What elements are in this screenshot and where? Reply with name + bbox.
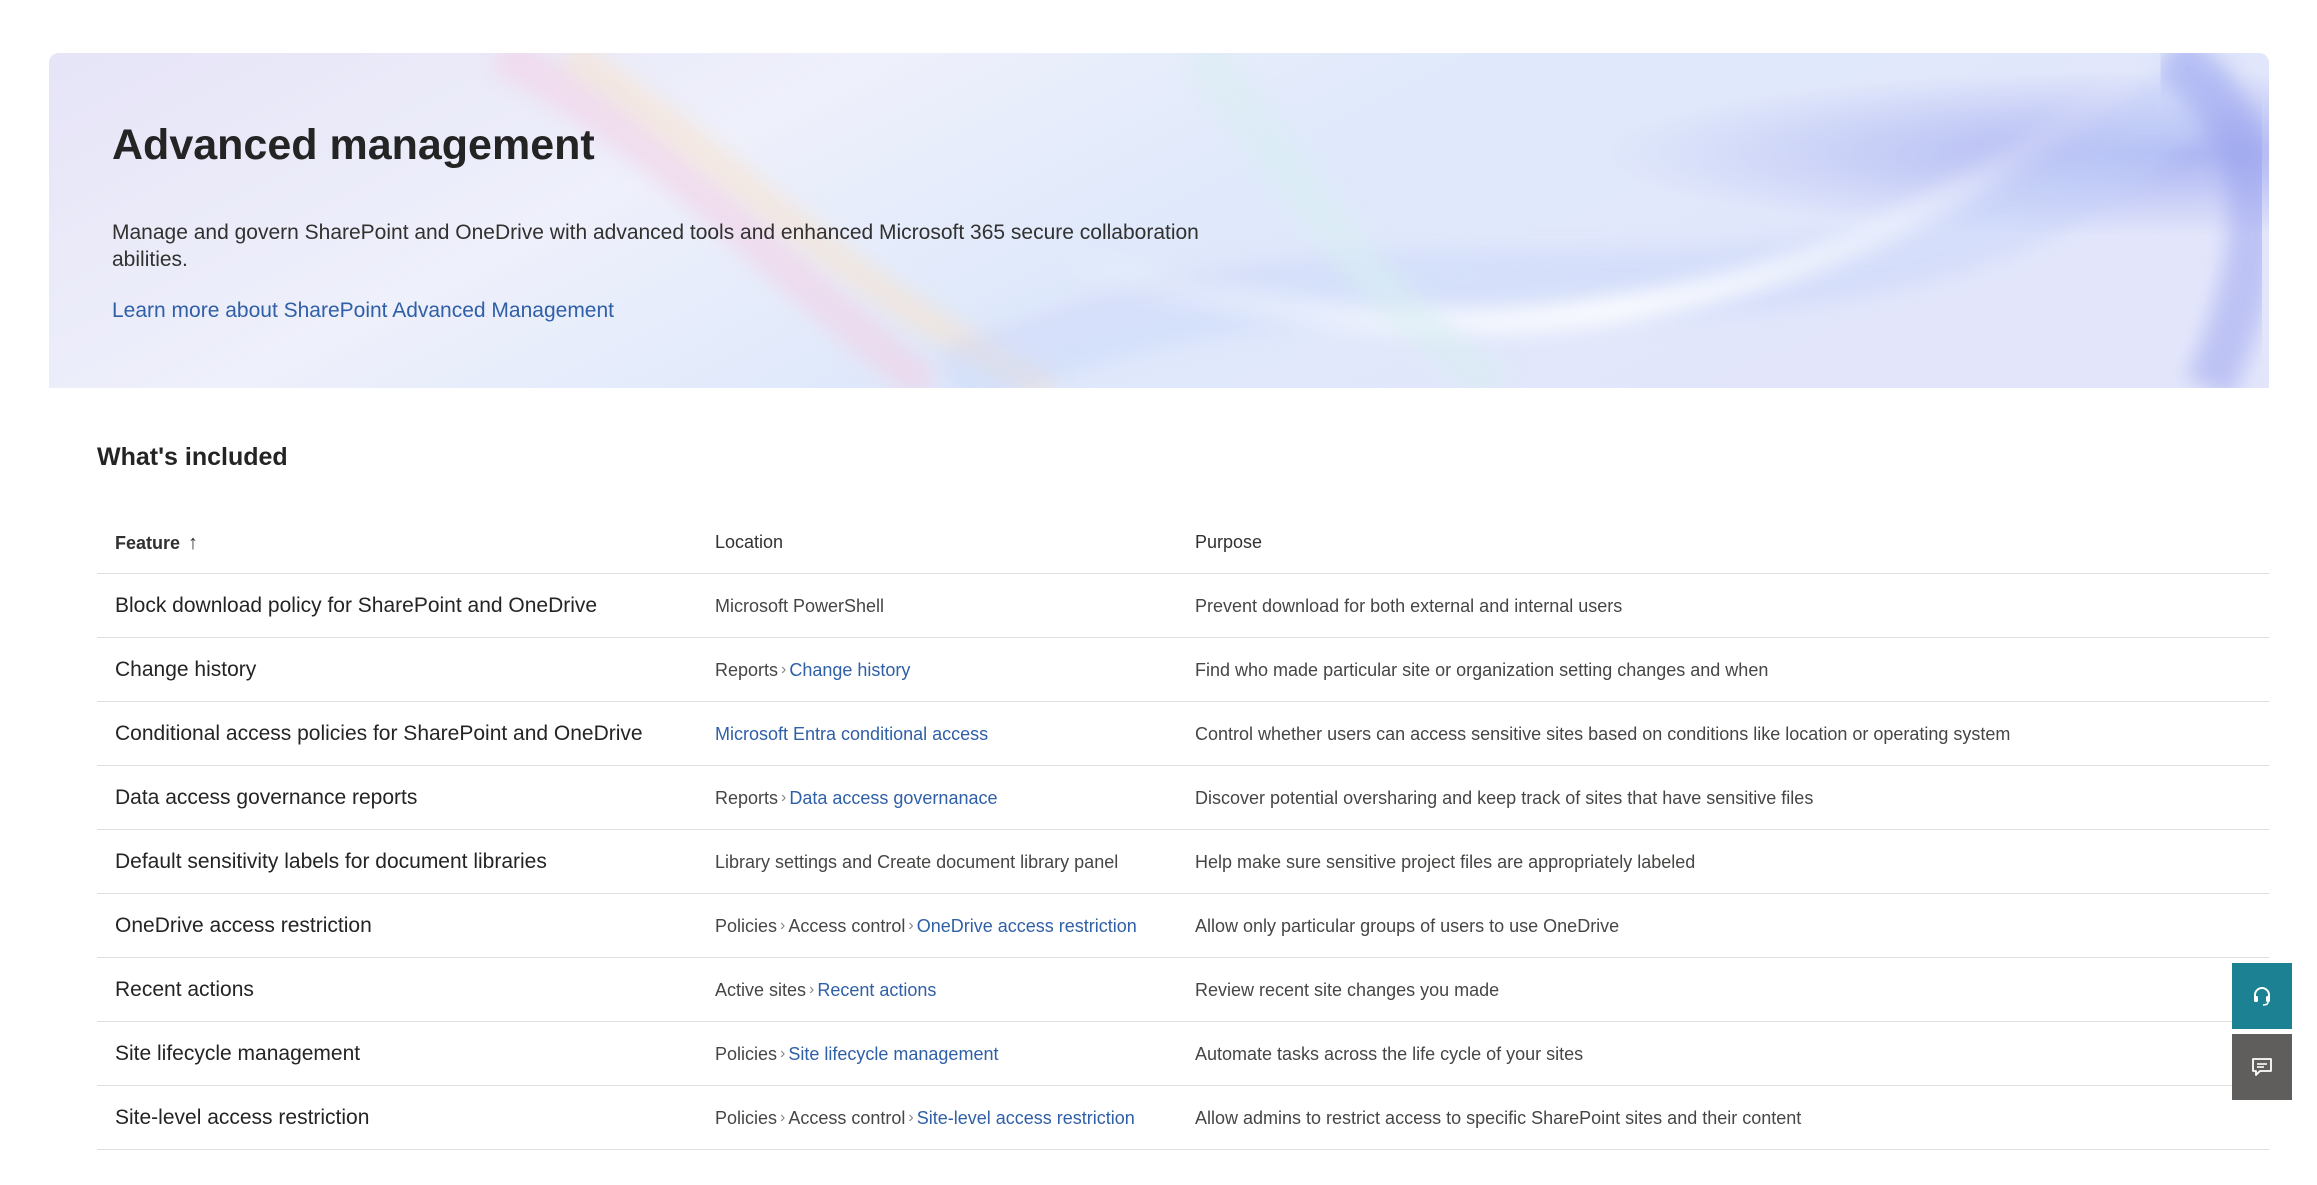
location-text: Reports	[715, 787, 779, 808]
location-link[interactable]: Microsoft Entra conditional access	[715, 724, 988, 745]
table-row: Recent actions Active sites › Recent action…	[97, 958, 2269, 1022]
purpose-cell: Control whether users can access sensiti…	[1195, 723, 2011, 744]
feature-cell: Conditional access policies for SharePoi…	[115, 722, 643, 745]
feedback-icon	[2252, 1058, 2272, 1076]
location-text: Policies	[715, 915, 778, 936]
purpose-cell: Help make sure sensitive project files a…	[1195, 851, 1696, 872]
support-button[interactable]	[2232, 963, 2292, 1029]
location-cell: Active sites › Recent actions	[715, 958, 936, 1022]
location-cell: Policies › Site lifecycle management	[715, 1022, 998, 1086]
purpose-cell: Discover potential oversharing and keep …	[1195, 787, 1814, 808]
column-header-location[interactable]: Location	[715, 532, 783, 553]
table-body: Block download policy for SharePoint and…	[97, 574, 2269, 1150]
location-text: Policies	[715, 1107, 778, 1128]
section-title: What's included	[97, 443, 288, 471]
feature-cell: OneDrive access restriction	[115, 914, 372, 937]
chevron-right-icon: ›	[780, 917, 786, 934]
learn-more-link[interactable]: Learn more about SharePoint Advanced Man…	[112, 299, 614, 323]
location-cell: Reports › Change history	[715, 638, 910, 702]
feedback-button[interactable]	[2232, 1034, 2292, 1100]
location-link[interactable]: Data access governanace	[789, 788, 997, 809]
purpose-cell: Automate tasks across the life cycle of …	[1195, 1043, 1584, 1064]
location-text: Access control	[788, 915, 906, 936]
table-row: Site lifecycle management Policies › Site l…	[97, 1022, 2269, 1086]
features-table: Feature ↑ Location Purpose Block downloa…	[97, 510, 2269, 1150]
table-row: Conditional access policies for SharePoi…	[97, 702, 2269, 766]
hero-banner: Advanced management Manage and govern Sh…	[49, 53, 2269, 388]
table-row: Site-level access restriction Policies › Ac…	[97, 1086, 2269, 1150]
table-row: Default sensitivity labels for document …	[97, 830, 2269, 894]
page-description: Manage and govern SharePoint and OneDriv…	[112, 221, 1199, 271]
table-row: Change history Reports › Change history Find…	[97, 638, 2269, 702]
table-row: OneDrive access restriction Policies › Acce…	[97, 894, 2269, 958]
chevron-right-icon: ›	[781, 661, 787, 678]
table-header: Feature ↑ Location Purpose	[97, 510, 2269, 574]
feature-cell: Block download policy for SharePoint and…	[115, 594, 598, 617]
location-text: Microsoft PowerShell	[715, 595, 885, 616]
column-header-feature[interactable]: Feature ↑	[115, 532, 198, 555]
chevron-right-icon: ›	[780, 1109, 786, 1126]
location-text: Library settings and Create document lib…	[715, 851, 1119, 872]
location-cell: Microsoft Entra conditional access	[715, 702, 988, 766]
location-text: Policies	[715, 1043, 778, 1064]
purpose-cell: Allow only particular groups of users to…	[1195, 915, 1620, 936]
location-link[interactable]: Recent actions	[817, 980, 936, 1001]
chevron-right-icon: ›	[780, 1045, 786, 1062]
location-text: Active sites	[715, 979, 807, 1000]
chevron-right-icon: ›	[908, 917, 914, 934]
purpose-cell: Review recent site changes you made	[1195, 979, 1500, 1000]
feature-cell: Change history	[115, 658, 257, 681]
purpose-cell: Allow admins to restrict access to speci…	[1195, 1107, 1802, 1128]
location-link[interactable]: OneDrive access restriction	[917, 916, 1137, 937]
feature-cell: Site-level access restriction	[115, 1106, 370, 1129]
page: Advanced management Manage and govern Sh…	[0, 0, 2317, 1185]
page-title: Advanced management	[112, 121, 595, 169]
column-header-purpose[interactable]: Purpose	[1195, 532, 1262, 553]
table-row: Block download policy for SharePoint and…	[97, 574, 2269, 638]
chevron-right-icon: ›	[908, 1109, 914, 1126]
location-cell: Microsoft PowerShell	[715, 574, 884, 638]
feature-cell: Data access governance reports	[115, 786, 418, 809]
location-cell: Library settings and Create document lib…	[715, 830, 1118, 894]
purpose-cell: Prevent download for both external and i…	[1195, 595, 1623, 616]
location-cell: Policies › Access control › Site-level acces…	[715, 1086, 1135, 1150]
feature-cell: Default sensitivity labels for document …	[115, 850, 547, 873]
column-header-feature-label: Feature	[115, 533, 181, 553]
location-link[interactable]: Site-level access restriction	[917, 1108, 1135, 1129]
headset-icon	[2254, 987, 2270, 1006]
location-text: Reports	[715, 659, 779, 680]
location-cell: Policies › Access control › OneDrive access …	[715, 894, 1137, 958]
sort-ascending-icon: ↑	[188, 532, 199, 554]
feature-cell: Recent actions	[115, 978, 254, 1001]
location-text: Access control	[788, 1107, 906, 1128]
chevron-right-icon: ›	[809, 981, 815, 998]
chevron-right-icon: ›	[781, 789, 787, 806]
location-link[interactable]: Site lifecycle management	[788, 1044, 998, 1065]
feature-cell: Site lifecycle management	[115, 1042, 361, 1065]
location-link[interactable]: Change history	[789, 660, 910, 681]
purpose-cell: Find who made particular site or organiz…	[1195, 659, 1769, 680]
location-cell: Reports › Data access governanace	[715, 766, 997, 830]
table-row: Data access governance reports Reports › Da…	[97, 766, 2269, 830]
